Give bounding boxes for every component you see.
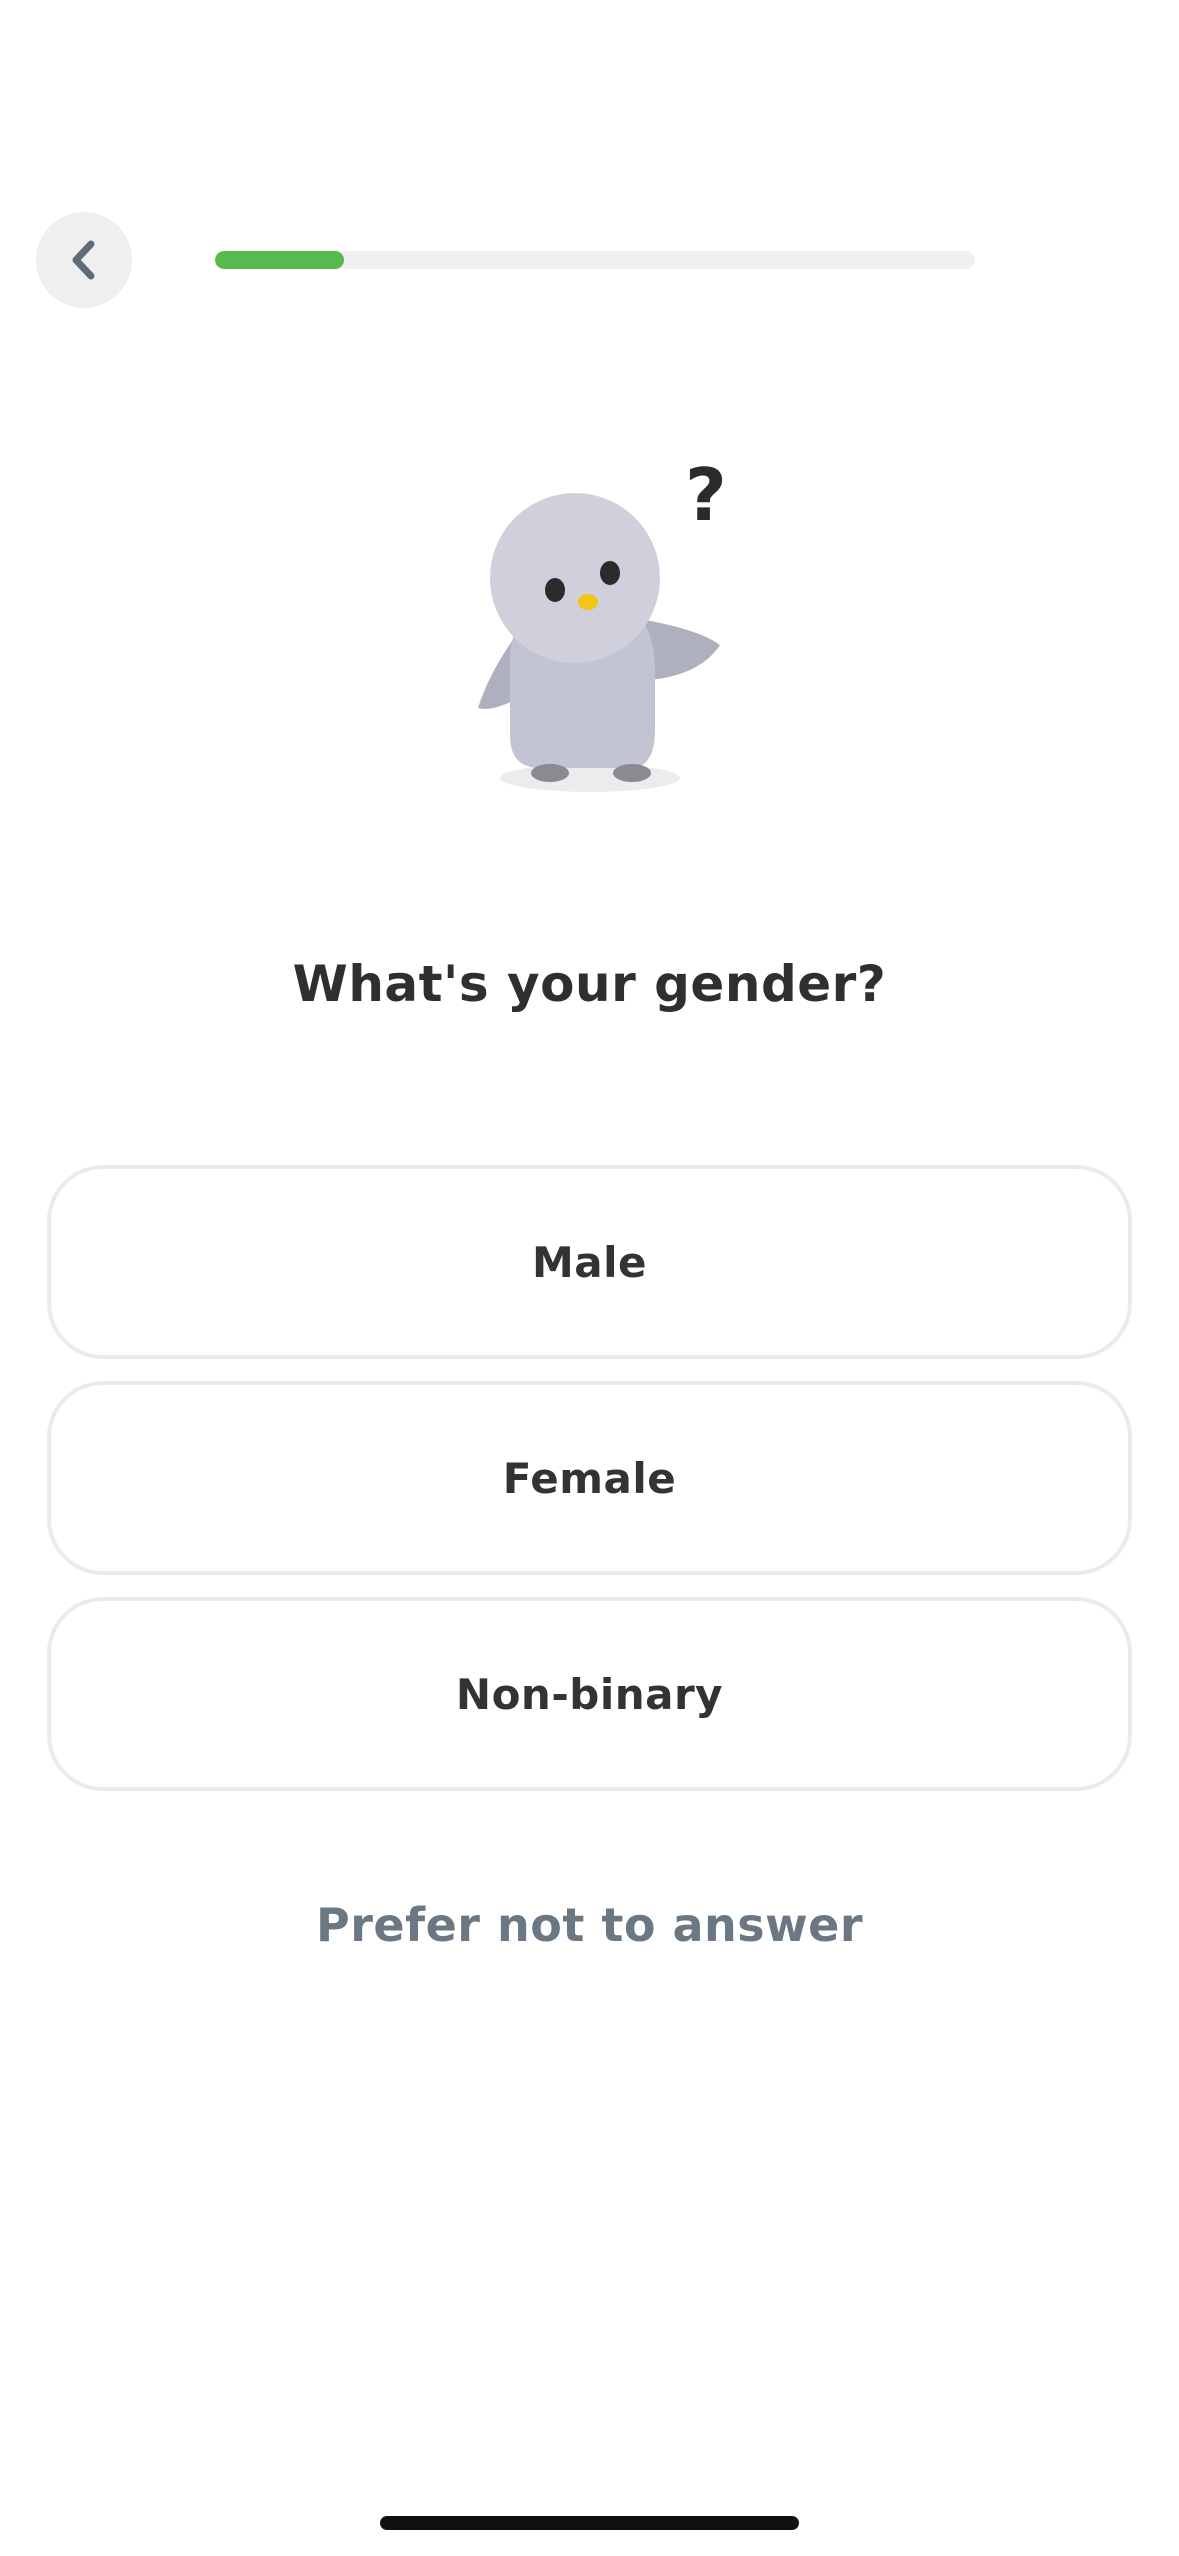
back-button[interactable] — [36, 212, 132, 308]
option-list: Male Female Non-binary — [47, 1165, 1132, 1813]
progress-bar — [215, 251, 975, 269]
home-indicator — [380, 2516, 799, 2530]
option-female-button[interactable]: Female — [47, 1381, 1132, 1575]
chevron-left-icon — [72, 240, 95, 280]
progress-bar-fill — [215, 251, 345, 269]
page-title: What's your gender? — [292, 955, 887, 1013]
option-male-button[interactable]: Male — [47, 1165, 1132, 1359]
confused-bird-mascot: ? — [460, 450, 740, 810]
option-non-binary-button[interactable]: Non-binary — [47, 1597, 1132, 1791]
question-mark-icon: ? — [685, 453, 727, 537]
prefer-not-to-answer-link[interactable]: Prefer not to answer — [0, 1898, 1179, 1952]
